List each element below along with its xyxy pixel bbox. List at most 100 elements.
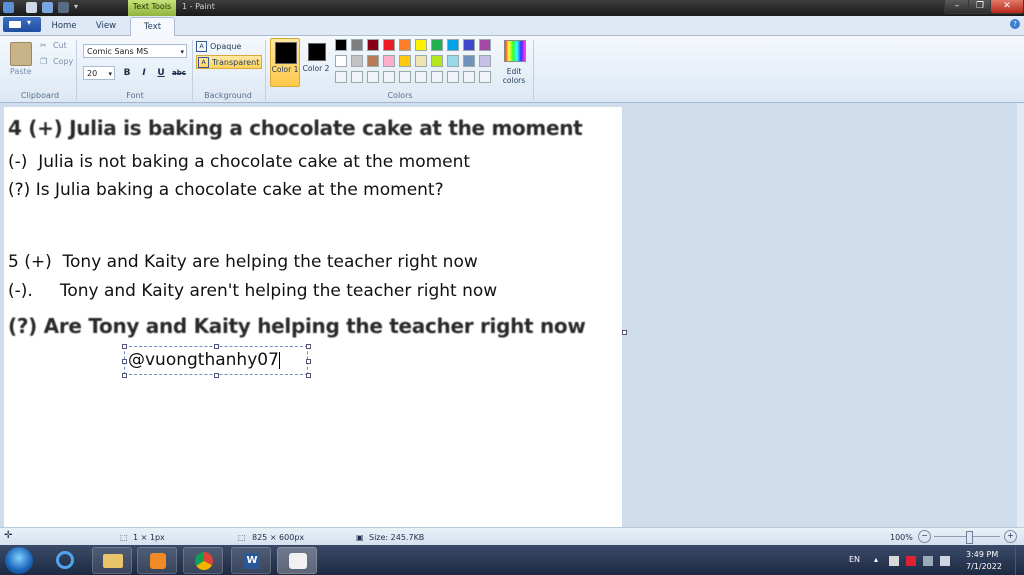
resize-handle[interactable] — [122, 344, 127, 349]
transparent-icon: A — [198, 57, 209, 68]
disk-icon: ▣ — [356, 533, 364, 542]
redo-icon[interactable] — [58, 2, 69, 13]
underline-button[interactable]: U — [154, 66, 168, 80]
restore-button[interactable]: ❐ — [968, 0, 992, 14]
qat-dropdown-icon[interactable]: ▾ — [74, 2, 85, 13]
clock-date[interactable]: 7/1/2022 — [966, 562, 1002, 571]
palette-swatch[interactable] — [351, 55, 363, 67]
palette-swatch[interactable] — [335, 39, 347, 51]
palette-swatch[interactable] — [479, 71, 491, 83]
show-desktop-button[interactable] — [1015, 546, 1024, 575]
palette-swatch[interactable] — [351, 71, 363, 83]
font-family-select[interactable]: Comic Sans MS ▾ — [83, 44, 187, 58]
transparent-label: Transparent — [212, 58, 260, 67]
palette-swatch[interactable] — [479, 39, 491, 51]
palette-swatch[interactable] — [431, 71, 443, 83]
resize-handle[interactable] — [214, 373, 219, 378]
chevron-down-icon: ▾ — [27, 18, 32, 27]
clipboard-group-label: Clipboard — [20, 91, 60, 100]
tab-home[interactable]: Home — [46, 19, 82, 35]
palette-swatch[interactable] — [383, 39, 395, 51]
palette-swatch[interactable] — [399, 55, 411, 67]
opaque-label: Opaque — [210, 42, 242, 51]
zoom-slider-thumb[interactable] — [966, 531, 973, 544]
resize-handle[interactable] — [122, 373, 127, 378]
undo-icon[interactable] — [42, 2, 53, 13]
clock-time[interactable]: 3:49 PM — [966, 550, 998, 559]
palette-swatch[interactable] — [447, 55, 459, 67]
color1-button[interactable]: Color 1 — [270, 38, 300, 87]
chrome-icon[interactable] — [183, 547, 223, 574]
palette-swatch[interactable] — [431, 39, 443, 51]
palette-swatch[interactable] — [351, 39, 363, 51]
palette-swatch[interactable] — [383, 71, 395, 83]
palette-swatch[interactable] — [431, 55, 443, 67]
zoom-in-button[interactable]: + — [1004, 530, 1017, 543]
palette-swatch[interactable] — [383, 55, 395, 67]
move-cursor-icon: ✛ — [4, 530, 13, 541]
palette-swatch[interactable] — [367, 39, 379, 51]
cut-button[interactable]: Cut — [53, 41, 67, 50]
tray-expand-icon[interactable]: ▴ — [874, 555, 878, 564]
font-size-select[interactable]: 20 ▾ — [83, 66, 115, 80]
palette-swatch[interactable] — [335, 71, 347, 83]
palette-swatch[interactable] — [399, 71, 411, 83]
language-indicator[interactable]: EN — [849, 555, 860, 564]
opaque-button[interactable]: A Opaque — [196, 40, 266, 53]
edit-colors-button[interactable]: Edit colors — [502, 40, 526, 86]
resize-handle[interactable] — [306, 344, 311, 349]
flag-icon[interactable] — [889, 556, 899, 566]
bold-button[interactable]: B — [120, 66, 134, 80]
copy-button[interactable]: Copy — [53, 57, 73, 66]
palette-swatch[interactable] — [479, 55, 491, 67]
palette-swatch[interactable] — [335, 55, 347, 67]
palette-swatch[interactable] — [447, 71, 459, 83]
antivirus-icon[interactable] — [906, 556, 916, 566]
vertical-scrollbar[interactable] — [1017, 103, 1024, 527]
opaque-icon: A — [196, 41, 207, 52]
resize-handle[interactable] — [306, 359, 311, 364]
file-explorer-icon[interactable] — [92, 547, 132, 574]
close-button[interactable]: ✕ — [990, 0, 1024, 14]
canvas-resize-handle[interactable] — [622, 330, 627, 335]
group-divider — [533, 40, 534, 100]
resize-handle[interactable] — [122, 359, 127, 364]
minimize-button[interactable]: – — [944, 0, 970, 14]
resize-handle[interactable] — [306, 373, 311, 378]
text-input-box[interactable]: @vuongthanhy07 — [124, 346, 308, 375]
paint-app-icon[interactable] — [3, 2, 14, 13]
palette-swatch[interactable] — [367, 71, 379, 83]
palette-swatch[interactable] — [447, 39, 459, 51]
internet-explorer-icon[interactable] — [46, 547, 86, 574]
palette-swatch[interactable] — [463, 71, 475, 83]
palette-swatch[interactable] — [415, 39, 427, 51]
paint-taskbar-icon[interactable] — [277, 547, 317, 574]
palette-swatch[interactable] — [415, 71, 427, 83]
italic-button[interactable]: I — [137, 66, 151, 80]
palette-swatch[interactable] — [463, 39, 475, 51]
media-player-icon[interactable] — [137, 547, 177, 574]
palette-swatch[interactable] — [367, 55, 379, 67]
help-icon[interactable]: ? — [1010, 19, 1020, 29]
palette-swatch[interactable] — [463, 55, 475, 67]
paste-button[interactable]: Paste — [10, 67, 32, 76]
palette-swatch[interactable] — [399, 39, 411, 51]
save-icon[interactable] — [26, 2, 37, 13]
palette-swatch[interactable] — [415, 55, 427, 67]
paste-icon[interactable] — [10, 42, 32, 66]
transparent-button[interactable]: A Transparent — [196, 55, 262, 69]
volume-icon[interactable] — [940, 556, 950, 566]
status-bar: ✛ ⬚ 1 × 1px ⬚ 825 × 600px ▣ Size: 245.7K… — [0, 527, 1024, 546]
edit-colors-label: Edit colors — [502, 67, 526, 85]
tab-text[interactable]: Text — [130, 17, 175, 37]
start-button[interactable] — [5, 547, 33, 574]
network-icon[interactable] — [923, 556, 933, 566]
word-icon[interactable]: W — [231, 547, 271, 574]
color1-label: Color 1 — [271, 65, 299, 74]
strikethrough-button[interactable]: abc — [171, 66, 187, 80]
resize-handle[interactable] — [214, 344, 219, 349]
tab-view[interactable]: View — [88, 19, 124, 35]
color2-button[interactable]: Color 2 — [302, 38, 330, 87]
zoom-out-button[interactable]: − — [918, 530, 931, 543]
paint-menu-button[interactable]: ▾ — [3, 17, 41, 32]
